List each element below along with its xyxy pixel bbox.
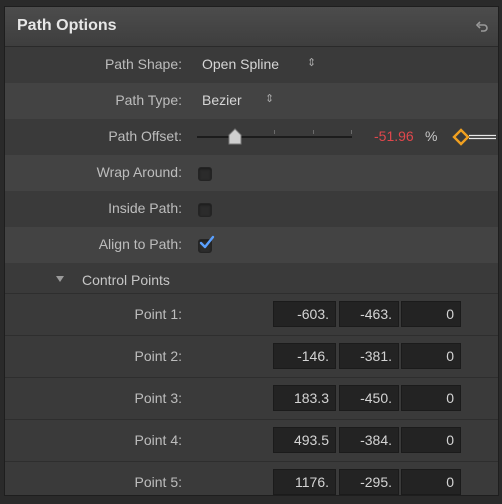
path-offset-label: Path Offset:	[108, 128, 182, 144]
path-type-popup[interactable]: Bezier	[202, 92, 242, 108]
point-y-field[interactable]: -450.	[339, 385, 399, 411]
control-point-row: Point 1: -603. -463. 0	[5, 293, 498, 336]
point-z-field[interactable]: 0	[401, 343, 461, 369]
path-type-label: Path Type:	[115, 92, 182, 108]
path-type-row: Path Type: Bezier ⇕	[5, 83, 498, 119]
point-y-field[interactable]: -463.	[339, 301, 399, 327]
point-label: Point 4:	[134, 432, 182, 448]
slider-tick	[313, 130, 314, 134]
point-y-field[interactable]: -295.	[339, 469, 399, 495]
point-z-field[interactable]: 0	[401, 427, 461, 453]
align-to-path-label: Align to Path:	[98, 236, 182, 252]
point-y-field[interactable]: -384.	[339, 427, 399, 453]
control-point-row: Point 2: -146. -381. 0	[5, 335, 498, 378]
slider-tick	[274, 130, 275, 134]
wrap-around-row: Wrap Around:	[5, 155, 498, 191]
point-x-field[interactable]: 183.3	[273, 385, 336, 411]
slider-thumb[interactable]	[227, 128, 243, 146]
path-offset-value[interactable]: -51.96	[374, 128, 414, 144]
disclosure-triangle-icon[interactable]	[55, 274, 65, 284]
path-shape-updown-icon[interactable]: ⇕	[307, 56, 316, 70]
inside-path-row: Inside Path:	[5, 191, 498, 227]
checkmark-icon	[199, 235, 215, 249]
point-y-field[interactable]: -381.	[339, 343, 399, 369]
wrap-around-label: Wrap Around:	[96, 164, 182, 180]
path-shape-popup[interactable]: Open Spline	[202, 56, 279, 72]
path-shape-row: Path Shape: Open Spline ⇕	[5, 47, 498, 83]
path-offset-slider[interactable]	[197, 136, 352, 138]
control-point-row: Point 5: 1176. -295. 0	[5, 461, 498, 504]
path-options-panel: Path Options Path Shape: Open Spline ⇕ P…	[4, 6, 499, 496]
path-offset-row: Path Offset: -51.96 %	[5, 119, 498, 155]
keyframe-icon[interactable]	[452, 127, 496, 147]
point-x-field[interactable]: 1176.	[273, 469, 336, 495]
panel-title: Path Options	[17, 17, 117, 34]
reset-icon[interactable]	[474, 19, 490, 35]
control-point-row: Point 4: 493.5 -384. 0	[5, 419, 498, 462]
point-label: Point 2:	[134, 348, 182, 364]
slider-tick	[351, 130, 352, 134]
point-z-field[interactable]: 0	[401, 469, 461, 495]
point-z-field[interactable]: 0	[401, 385, 461, 411]
control-point-row: Point 3: 183.3 -450. 0	[5, 377, 498, 420]
point-x-field[interactable]: -146.	[273, 343, 336, 369]
path-offset-unit: %	[425, 128, 438, 144]
point-x-field[interactable]: 493.5	[273, 427, 336, 453]
panel-header: Path Options	[5, 7, 498, 47]
path-type-updown-icon[interactable]: ⇕	[265, 92, 274, 106]
point-z-field[interactable]: 0	[401, 301, 461, 327]
align-to-path-row: Align to Path:	[5, 227, 498, 263]
wrap-around-checkbox[interactable]	[198, 167, 212, 181]
control-points-label: Control Points	[82, 272, 170, 288]
inside-path-label: Inside Path:	[108, 200, 182, 216]
point-label: Point 5:	[134, 474, 182, 490]
point-x-field[interactable]: -603.	[273, 301, 336, 327]
path-shape-label: Path Shape:	[104, 56, 182, 72]
inside-path-checkbox[interactable]	[198, 203, 212, 217]
point-label: Point 3:	[134, 390, 182, 406]
point-label: Point 1:	[134, 306, 182, 322]
